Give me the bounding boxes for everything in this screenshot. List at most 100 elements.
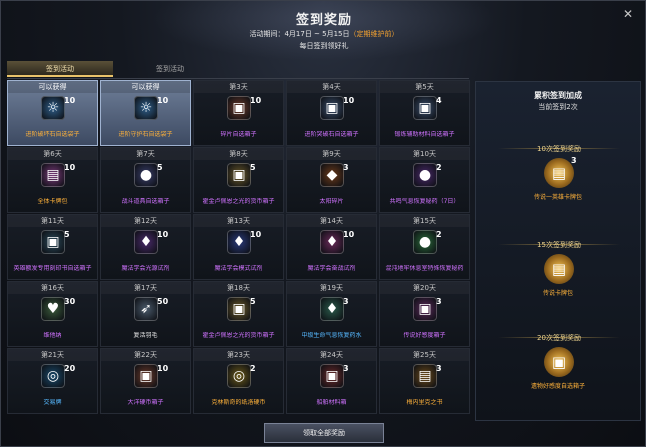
reward-day-label: 第9天 [287,148,376,160]
reward-count: 3 [343,364,349,373]
reward-day-label: 可以获得 [8,81,97,93]
reward-name: 混沌地牢休息室特殊恢复秘药 [385,265,464,272]
reward-cell[interactable]: 第13天 ♦ 10 魔法学会模式试剂 [193,214,284,280]
chest-icon: ▣ [134,364,158,388]
reward-cell[interactable]: 第19天 ♦ 3 中级生命气息恢复药水 [286,281,377,347]
reward-name: 魔法学会奋战试剂 [307,265,356,272]
milestone-20-title: 20次签到奖励 [537,334,581,342]
event-window: 签到奖励 活动期间：4月17日 ~ 5月15日（定期维护前） 每日签到领好礼 ✕… [0,0,646,447]
reward-cell[interactable]: 第5天 ▣ 4 锻练辅助材料自选箱子 [379,80,470,146]
reward-cell[interactable]: 第9天 ◆ 3 太阳碎片 [286,147,377,213]
reward-name: 复活羽毛 [133,332,158,339]
feather-icon: ➶ [134,297,158,321]
reward-count: 2 [436,163,442,172]
reward-day-label: 第16天 [8,282,97,294]
milestone-10-count: 3 [571,156,577,165]
reward-cell[interactable]: 第23天 ◎ 2 克林斯奇的纸洛硬币 [193,348,284,414]
reward-cell[interactable]: 第21天 ◎ 20 交易牌 [7,348,98,414]
reward-name: 英雄额发专用刻印书自选箱子 [13,265,92,272]
reward-count: 3 [436,297,442,306]
reward-cell[interactable]: 第16天 ♥ 30 维他纳 [7,281,98,347]
reward-day-label: 第14天 [287,215,376,227]
reward-name: 传说好感度箱子 [403,332,446,339]
reward-day-label: 第20天 [380,282,469,294]
reward-cell[interactable]: 第15天 ● 2 混沌地牢休息室特殊恢复秘药 [379,214,470,280]
milestone-15-title: 15次签到奖励 [537,241,581,249]
reward-day-label: 第8天 [194,148,283,160]
reward-name: 全体卡牌包 [37,198,68,205]
reward-count: 10 [64,96,76,105]
claim-all-button[interactable]: 领取全部奖励 [264,423,384,443]
reward-count: 5 [250,297,256,306]
reward-day-label: 第3天 [194,81,283,93]
milestone-15-name: 传说卡牌包 [542,290,573,297]
reward-day-label: 第13天 [194,215,283,227]
reward-count: 10 [157,96,169,105]
reward-cell[interactable]: 第12天 ♦ 10 魔法学会光源试剂 [100,214,191,280]
reward-cell[interactable]: 可以获得 ☼ 10 进阶守护石自选袋子 [100,80,191,146]
close-icon[interactable]: ✕ [621,7,635,21]
coin-icon: ◎ [41,364,65,388]
reward-cell[interactable]: 第4天 ▣ 10 进阶突破石自选箱子 [286,80,377,146]
reward-name: 船舶材料箱 [316,399,347,406]
reward-day-label: 可以获得 [101,81,190,93]
tab-checkin-active[interactable]: 签到活动 [7,61,113,77]
reward-name: 中级生命气息恢复药水 [301,332,362,339]
reward-name: 魔法学会模式试剂 [214,265,263,272]
reward-cell[interactable]: 第17天 ➶ 50 复活羽毛 [100,281,191,347]
card-pack-icon: ▤ [41,163,65,187]
reward-name: 霍金卢佩恩之光的货币箱子 [202,332,275,339]
reward-count: 30 [64,297,76,306]
reward-count: 4 [436,96,442,105]
reward-cell[interactable]: 第25天 ▤ 3 梅内里克之书 [379,348,470,414]
flask-icon: ♦ [320,230,344,254]
chest-icon: ▣ [227,163,251,187]
chest-icon: ▣ [413,96,437,120]
flask-icon: ♦ [134,230,158,254]
reward-name: 太阳碎片 [319,198,344,205]
event-period: 活动期间：4月17日 ~ 5月15日（定期维护前） [1,29,646,39]
milestone-10-name: 传说一英雄卡牌包 [533,194,582,201]
book-icon: ▤ [413,364,437,388]
reward-cell[interactable]: 第8天 ▣ 5 霍金卢佩恩之光的货币箱子 [193,147,284,213]
reward-name: 交易牌 [43,399,62,406]
flask-icon: ♦ [320,297,344,321]
reward-name: 进阶守护石自选袋子 [118,131,173,138]
reward-cell[interactable]: 第10天 ● 2 共鸣气息恢复秘药（7日） [379,147,470,213]
reward-count: 2 [436,230,442,239]
reward-count: 3 [436,364,442,373]
bag-icon: ☼ [134,96,158,120]
reward-cell[interactable]: 第7天 ● 5 战斗道具自选箱子 [100,147,191,213]
reward-name: 碎片自选箱子 [220,131,257,138]
reward-cell[interactable]: 第20天 ▣ 3 传说好感度箱子 [379,281,470,347]
card-pack-icon[interactable]: ▤ [544,158,574,188]
chest-icon[interactable]: ▣ [544,347,574,377]
reward-count: 10 [250,230,262,239]
reward-count: 10 [343,96,355,105]
reward-day-label: 第17天 [101,282,190,294]
reward-cell[interactable]: 第24天 ▣ 3 船舶材料箱 [286,348,377,414]
reward-name: 大洋硬币箱子 [127,399,164,406]
reward-day-label: 第25天 [380,349,469,361]
chest-icon: ▣ [227,297,251,321]
potion-icon: ● [413,163,437,187]
reward-day-label: 第5天 [380,81,469,93]
crystal-icon: ◆ [320,163,344,187]
card-pack-icon[interactable]: ▤ [544,254,574,284]
reward-cell[interactable]: 第6天 ▤ 10 全体卡牌包 [7,147,98,213]
reward-name: 进阶破坏石自选袋子 [25,131,80,138]
reward-count: 10 [343,230,355,239]
reward-cell[interactable]: 第11天 ▣ 5 英雄额发专用刻印书自选箱子 [7,214,98,280]
tab-checkin-other[interactable]: 签到活动 [117,61,223,77]
reward-cell[interactable]: 第22天 ▣ 10 大洋硬币箱子 [100,348,191,414]
reward-name: 锻练辅助材料自选箱子 [394,131,455,138]
reward-cell[interactable]: 可以获得 ☼ 10 进阶破坏石自选袋子 [7,80,98,146]
reward-count: 20 [64,364,76,373]
reward-cell[interactable]: 第14天 ♦ 10 魔法学会奋战试剂 [286,214,377,280]
reward-day-label: 第10天 [380,148,469,160]
heart-house-icon: ♥ [41,297,65,321]
reward-cell[interactable]: 第18天 ▣ 5 霍金卢佩恩之光的货币箱子 [193,281,284,347]
milestone-10-title: 10次签到奖励 [537,145,581,153]
reward-cell[interactable]: 第3天 ▣ 10 碎片自选箱子 [193,80,284,146]
milestone-20-name: 遗物好感度自选箱子 [530,383,585,390]
